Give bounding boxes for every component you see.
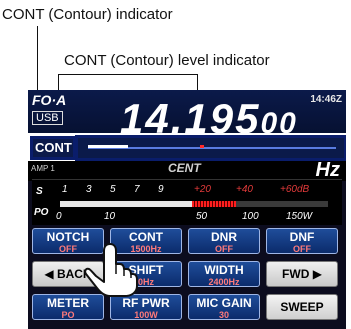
meter-fill [60,201,192,207]
po-scale-tick: 50 [196,211,208,222]
width-label: WIDTH [204,263,244,277]
mic-gain-label: MIC GAIN [196,296,252,310]
sub-display: AMP 1 CENT Hz [28,159,346,181]
level-marker [199,145,204,148]
s-label: S [36,186,43,197]
dnf-value: OFF [293,244,311,254]
po-scale-tick: 10 [104,211,116,222]
cont-indicator: CONT [30,136,76,160]
cont-indicator-label: CONT [35,140,72,155]
fwd-label: FWD [282,267,310,281]
center-text: CENT [168,161,201,175]
cont-level-callout: CONT (Contour) level indicator [64,52,270,69]
clock: 14:46Z [310,94,342,105]
dnr-label: DNR [211,230,237,244]
dnr-value: OFF [215,244,233,254]
po-scale-tick: 150W [286,211,313,222]
po-scale-tick: 100 [242,211,259,222]
width-button[interactable]: WIDTH 2400Hz [188,261,260,287]
pointing-hand-icon [84,243,138,297]
mic-gain-value: 30 [218,310,229,320]
width-value: 2400Hz [208,277,240,287]
back-arrow-icon: ◀ [44,267,57,281]
cont-indicator-callout: CONT (Contour) indicator [2,6,173,23]
s-scale-tick: 7 [134,184,140,195]
transceiver-screen: FO·A USB 14:46Z 14.19500 CONT AMP 1 CENT… [28,90,346,329]
dnr-button[interactable]: DNR OFF [188,228,260,254]
mode-badge: USB [32,111,63,125]
s-scale-tick: +60dB [280,184,310,195]
contour-strip: CONT [28,133,346,161]
level-line [88,145,128,148]
s-scale-tick: +40 [236,184,253,195]
po-scale-tick: 0 [56,211,62,222]
sweep-button[interactable]: SWEEP [266,294,338,320]
fwd-arrow-icon: ▶ [309,267,322,281]
fwd-button[interactable]: FWD ▶ [266,261,338,287]
cont-level-indicator [75,135,346,161]
s-scale-tick: +20 [194,184,211,195]
meter-peak [192,201,236,207]
dnf-button[interactable]: DNF OFF [266,228,338,254]
po-label: PO [34,207,49,218]
mic-gain-button[interactable]: MIC GAIN 30 [188,294,260,320]
s-scale-tick: 5 [110,184,116,195]
frequency-display: FO·A USB 14:46Z 14.19500 [28,90,346,142]
meter-value: PO [61,310,75,320]
vfo-label: FO·A [32,92,67,108]
amp-label: AMP 1 [31,164,55,173]
s-scale-tick: 9 [158,184,164,195]
leader-line [58,74,198,75]
rf-pwr-value: 100W [134,310,158,320]
s-scale-tick: 1 [62,184,68,195]
s-scale-tick: 3 [86,184,92,195]
sweep-label: SWEEP [280,300,324,314]
dnf-label: DNF [289,230,315,244]
s-po-meter: S PO 1 3 5 7 9 +20 +40 +60dB 0 10 50 100… [32,179,342,225]
